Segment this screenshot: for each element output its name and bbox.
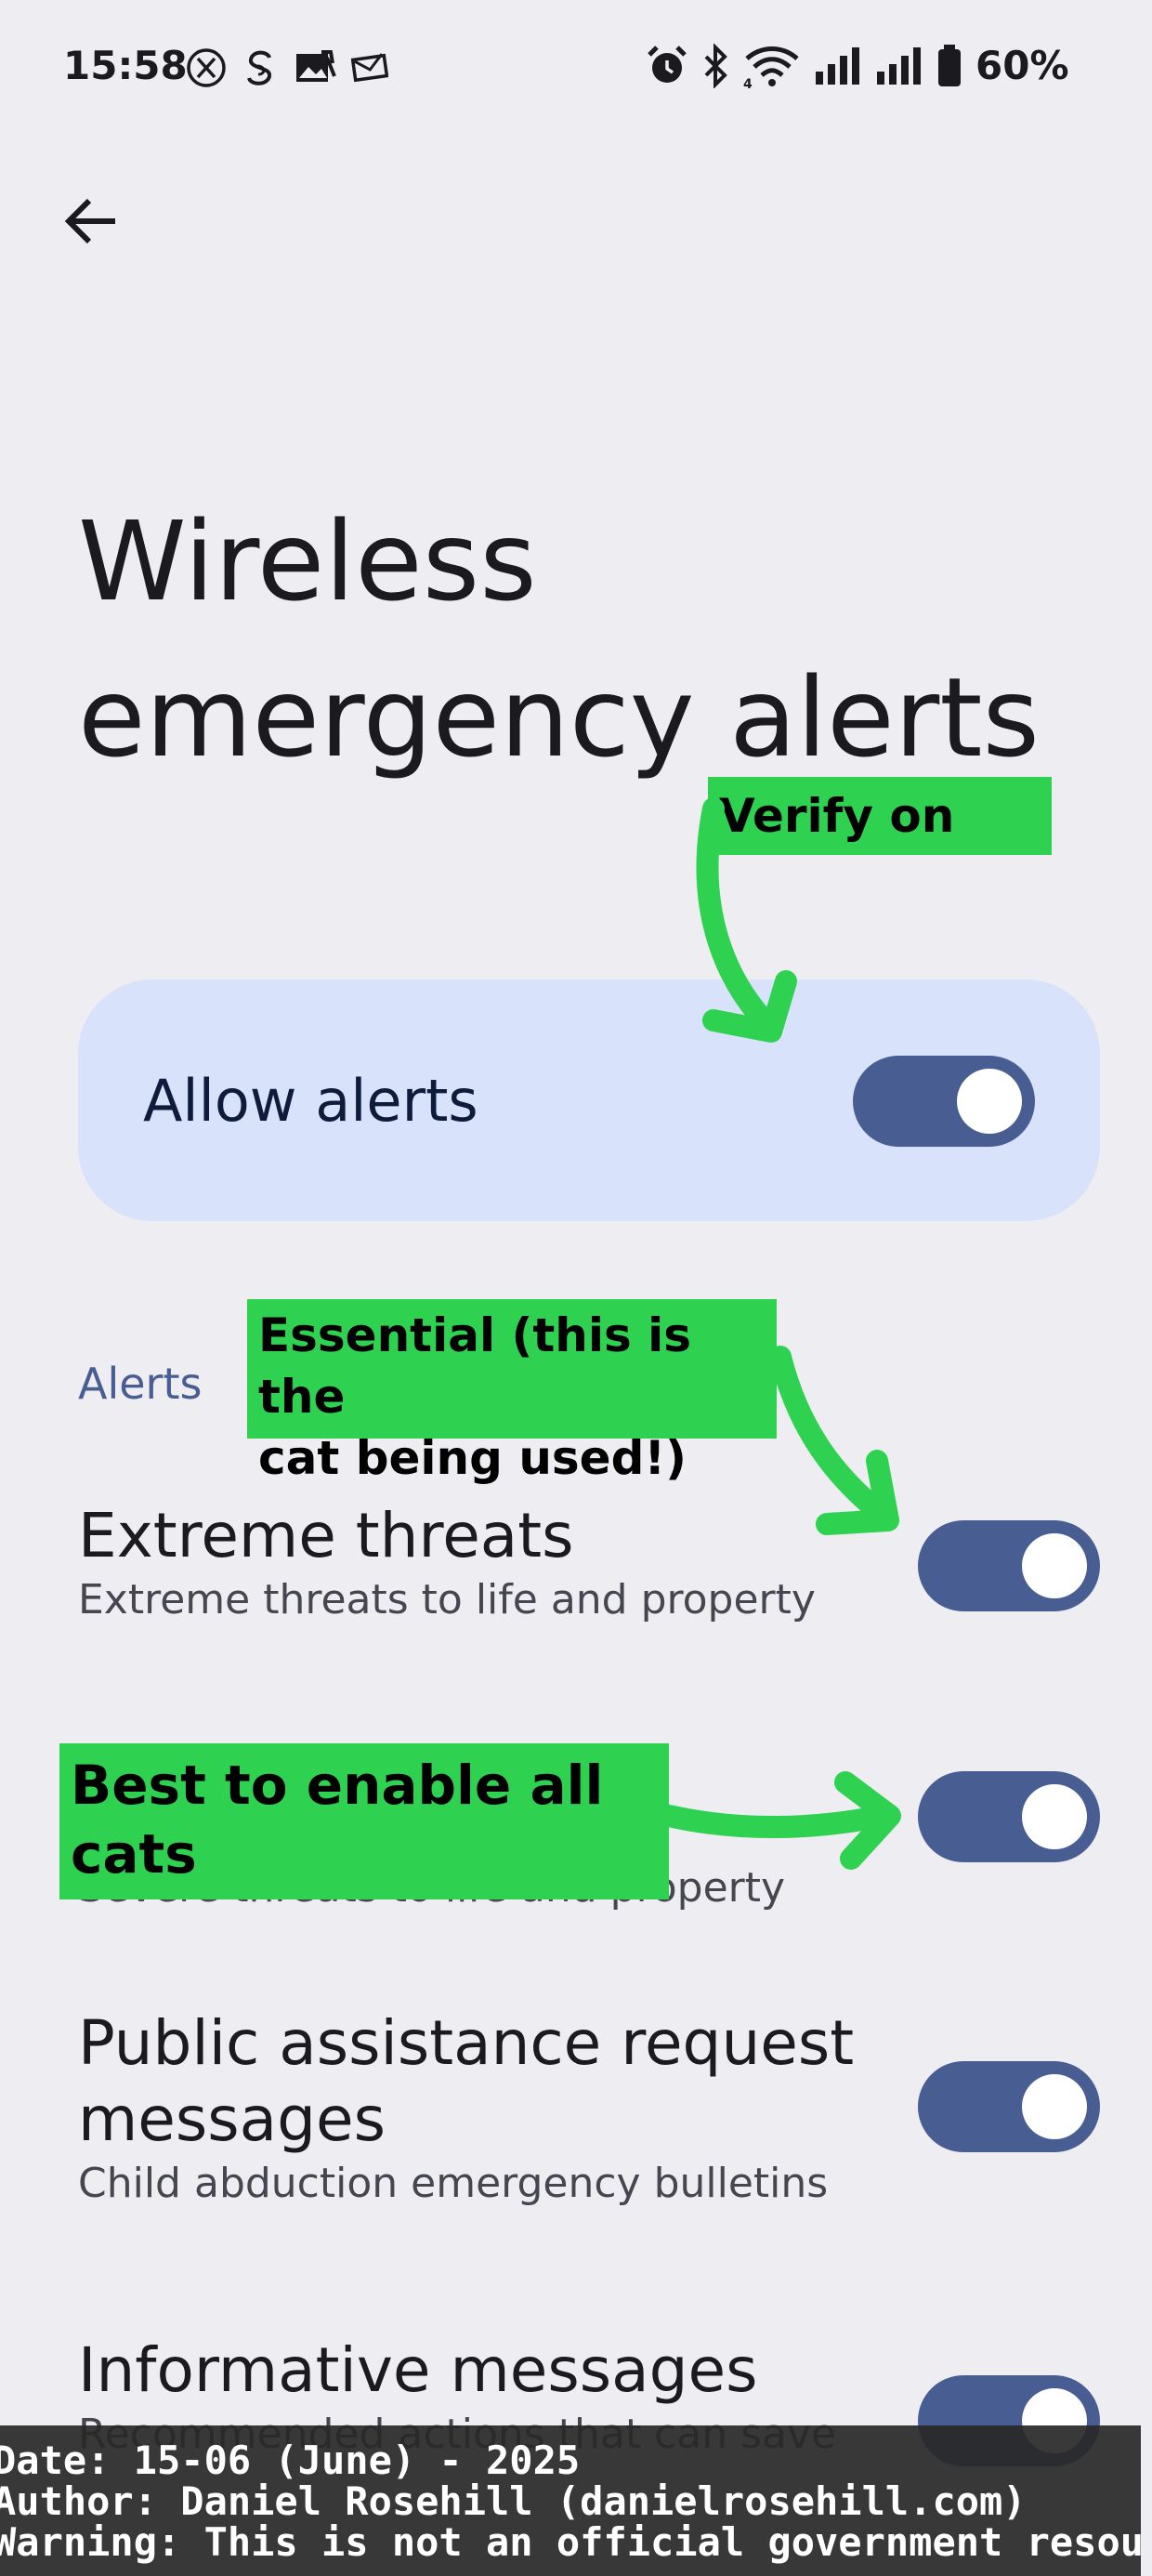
footer-author: Author: Daniel Rosehill (danielrosehill.… [0, 2478, 1027, 2524]
arrow-best [658, 1805, 894, 1838]
arrow-verify-on [696, 797, 775, 1032]
screen: 15:58 4 60% Wireless emergency alerts Al… [0, 0, 1152, 2576]
annotation-arrows [658, 797, 901, 1870]
footer-warning: Warning: This is not an official governm… [0, 2519, 1141, 2565]
footer-date: Date: 15-06 (June) - 2025 [0, 2438, 581, 2483]
footer-watermark: Date: 15-06 (June) - 2025 Author: Daniel… [0, 2425, 1141, 2576]
arrow-essential [769, 1346, 894, 1526]
